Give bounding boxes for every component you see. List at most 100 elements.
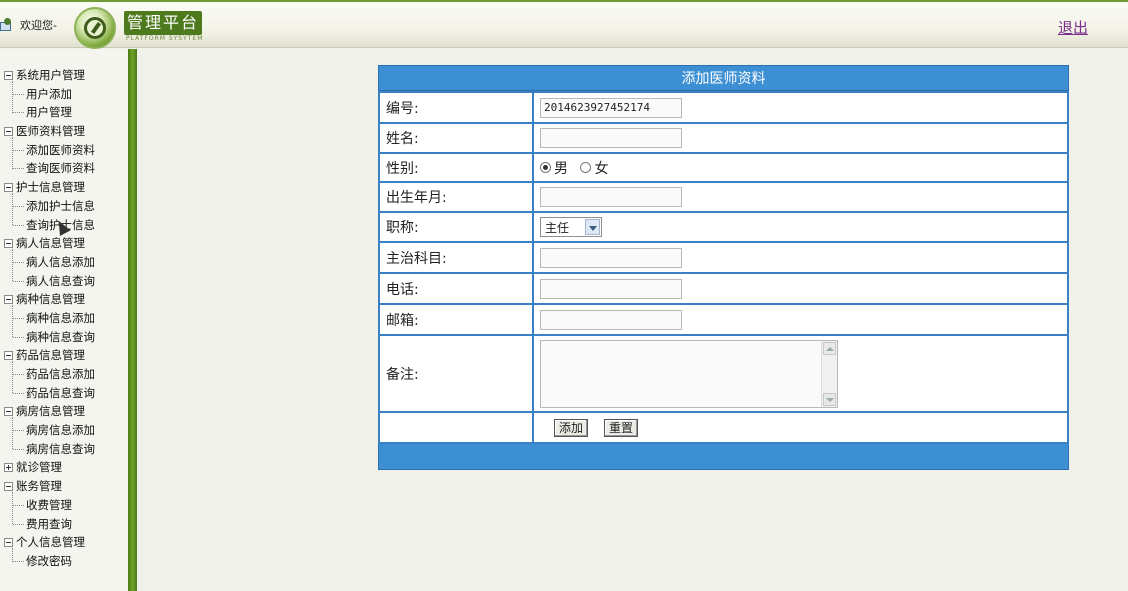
name-field[interactable] bbox=[540, 128, 682, 148]
sidebar-item-medicine-query[interactable]: 药品信息查询 bbox=[4, 384, 95, 403]
scrollbar[interactable] bbox=[821, 340, 837, 407]
collapse-icon[interactable] bbox=[4, 538, 13, 548]
sidebar-item-medicine-add[interactable]: 药品信息添加 bbox=[4, 365, 95, 384]
sidebar-item-fee-query[interactable]: 费用查询 bbox=[4, 515, 95, 534]
nav-group-toggle[interactable]: 医师资料管理 bbox=[4, 122, 95, 141]
collapse-icon[interactable] bbox=[4, 70, 13, 80]
nav-tree: 系统用户管理 用户添加 用户管理 医师资料管理 添加医师资料 查询医师资料 护士… bbox=[4, 66, 95, 571]
remark-textarea[interactable] bbox=[540, 339, 838, 408]
collapse-icon[interactable] bbox=[4, 239, 13, 249]
form-table: 编号: 2014623927452174 姓名: 性别: 男 女 出生年月: 职… bbox=[378, 91, 1069, 444]
welcome-text: 欢迎您- bbox=[20, 19, 57, 32]
sidebar-item-user-add[interactable]: 用户添加 bbox=[4, 85, 95, 104]
nav-group-label: 个人信息管理 bbox=[16, 535, 85, 550]
sidebar-divider bbox=[128, 49, 137, 591]
nav-group-ward: 病房信息管理 病房信息添加 病房信息查询 bbox=[4, 402, 95, 458]
nav-group-toggle[interactable]: 就诊管理 bbox=[4, 458, 95, 477]
radio-checked-icon[interactable] bbox=[540, 162, 551, 173]
nav-group-label: 账务管理 bbox=[16, 479, 62, 494]
nav-group-personal: 个人信息管理 修改密码 bbox=[4, 533, 95, 570]
scroll-down-icon[interactable] bbox=[823, 392, 836, 406]
reset-button[interactable]: 重置 bbox=[604, 418, 639, 437]
user-icon bbox=[0, 18, 14, 32]
sidebar-item-patient-add[interactable]: 病人信息添加 bbox=[4, 253, 95, 272]
nav-group-toggle[interactable]: 药品信息管理 bbox=[4, 346, 95, 365]
nav-group-doctor: 医师资料管理 添加医师资料 查询医师资料 bbox=[4, 122, 95, 178]
gender-radio-male[interactable]: 男 bbox=[540, 158, 568, 178]
nav-group-accounts: 账务管理 收费管理 费用查询 bbox=[4, 477, 95, 533]
form-row-actions: 添加 重置 bbox=[378, 411, 1069, 444]
radio-unchecked-icon[interactable] bbox=[580, 162, 592, 173]
email-field[interactable] bbox=[540, 309, 682, 330]
nav-group-label: 药品信息管理 bbox=[16, 348, 85, 363]
form-row-birth: 出生年月: bbox=[378, 181, 1069, 213]
field-label: 职称: bbox=[378, 211, 534, 243]
collapse-icon[interactable] bbox=[4, 295, 13, 305]
radio-label: 男 bbox=[554, 160, 568, 177]
add-button[interactable]: 添加 bbox=[554, 418, 589, 437]
welcome-area: 欢迎您- bbox=[0, 14, 57, 36]
sidebar-item-nurse-add[interactable]: 添加护士信息 bbox=[4, 197, 95, 216]
field-label: 主治科目: bbox=[378, 241, 534, 274]
form-row-gender: 性别: 男 女 bbox=[378, 152, 1069, 183]
nav-group-toggle[interactable]: 护士信息管理 bbox=[4, 178, 95, 197]
nav-group-label: 护士信息管理 bbox=[16, 180, 85, 195]
sidebar-item-disease-query[interactable]: 病种信息查询 bbox=[4, 328, 95, 347]
field-label: 电话: bbox=[378, 272, 534, 305]
sidebar: 系统用户管理 用户添加 用户管理 医师资料管理 添加医师资料 查询医师资料 护士… bbox=[0, 49, 128, 591]
gender-radio-female[interactable]: 女 bbox=[580, 158, 608, 178]
nav-group-toggle[interactable]: 账务管理 bbox=[4, 477, 95, 496]
sidebar-item-patient-query[interactable]: 病人信息查询 bbox=[4, 272, 95, 291]
logo-icon bbox=[74, 7, 116, 49]
field-label: 备注: bbox=[378, 334, 534, 413]
id-field[interactable]: 2014623927452174 bbox=[540, 97, 682, 118]
sidebar-item-ward-add[interactable]: 病房信息添加 bbox=[4, 421, 95, 440]
collapse-icon[interactable] bbox=[4, 481, 13, 491]
collapse-icon[interactable] bbox=[4, 126, 13, 136]
nav-group-toggle[interactable]: 病人信息管理 bbox=[4, 234, 95, 253]
form-row-remark: 备注: bbox=[378, 334, 1069, 413]
nav-group-toggle[interactable]: 病种信息管理 bbox=[4, 290, 95, 309]
nav-group-label: 就诊管理 bbox=[16, 460, 62, 475]
top-header: 欢迎您- 管理平台 PLATFORM SYSYTEM 退出 bbox=[0, 0, 1128, 49]
nav-group-label: 病房信息管理 bbox=[16, 404, 85, 419]
sidebar-item-change-password[interactable]: 修改密码 bbox=[4, 552, 95, 571]
birth-field[interactable] bbox=[540, 187, 682, 207]
nav-group-nurse: 护士信息管理 添加护士信息 查询护士信息 bbox=[4, 178, 95, 234]
form-row-title: 职称: 主任 bbox=[378, 211, 1069, 243]
brand-subtitle: PLATFORM SYSYTEM bbox=[126, 35, 204, 42]
phone-field[interactable] bbox=[540, 278, 682, 299]
nav-group-toggle[interactable]: 病房信息管理 bbox=[4, 402, 95, 421]
nav-group-label: 系统用户管理 bbox=[16, 68, 85, 82]
sidebar-item-charge[interactable]: 收费管理 bbox=[4, 496, 95, 515]
collapse-icon[interactable] bbox=[4, 182, 13, 192]
sidebar-item-nurse-query[interactable]: 查询护士信息 bbox=[4, 216, 95, 235]
sidebar-item-user-manage[interactable]: 用户管理 bbox=[4, 103, 95, 122]
chevron-down-icon[interactable] bbox=[585, 219, 600, 235]
scroll-up-icon[interactable] bbox=[823, 341, 836, 355]
title-select[interactable]: 主任 bbox=[540, 217, 602, 237]
nav-group-label: 医师资料管理 bbox=[16, 124, 85, 139]
form-row-email: 邮箱: bbox=[378, 303, 1069, 336]
empty-cell bbox=[378, 411, 534, 444]
brand-title: 管理平台 bbox=[124, 11, 202, 35]
sidebar-item-disease-add[interactable]: 病种信息添加 bbox=[4, 309, 95, 328]
collapse-icon[interactable] bbox=[4, 407, 13, 417]
nav-group-medicine: 药品信息管理 药品信息添加 药品信息查询 bbox=[4, 346, 95, 402]
sidebar-item-doctor-query[interactable]: 查询医师资料 bbox=[4, 159, 95, 178]
logout-link[interactable]: 退出 bbox=[1058, 17, 1088, 38]
radio-label: 女 bbox=[594, 160, 609, 177]
department-field[interactable] bbox=[540, 247, 682, 268]
nav-group-disease: 病种信息管理 病种信息添加 病种信息查询 bbox=[4, 290, 95, 346]
sidebar-item-ward-query[interactable]: 病房信息查询 bbox=[4, 440, 95, 459]
nav-group-toggle[interactable]: 个人信息管理 bbox=[4, 533, 95, 552]
field-label: 姓名: bbox=[378, 122, 534, 154]
expand-icon[interactable] bbox=[4, 463, 13, 473]
nav-group-label: 病人信息管理 bbox=[16, 236, 85, 251]
form-title: 添加医师资料 bbox=[378, 65, 1069, 91]
sidebar-item-doctor-add[interactable]: 添加医师资料 bbox=[4, 141, 95, 160]
collapse-icon[interactable] bbox=[4, 351, 13, 361]
doctor-form: 添加医师资料 编号: 2014623927452174 姓名: 性别: 男 女 … bbox=[378, 65, 1069, 470]
nav-group-toggle[interactable]: 系统用户管理 bbox=[4, 66, 95, 85]
form-row-phone: 电话: bbox=[378, 272, 1069, 305]
